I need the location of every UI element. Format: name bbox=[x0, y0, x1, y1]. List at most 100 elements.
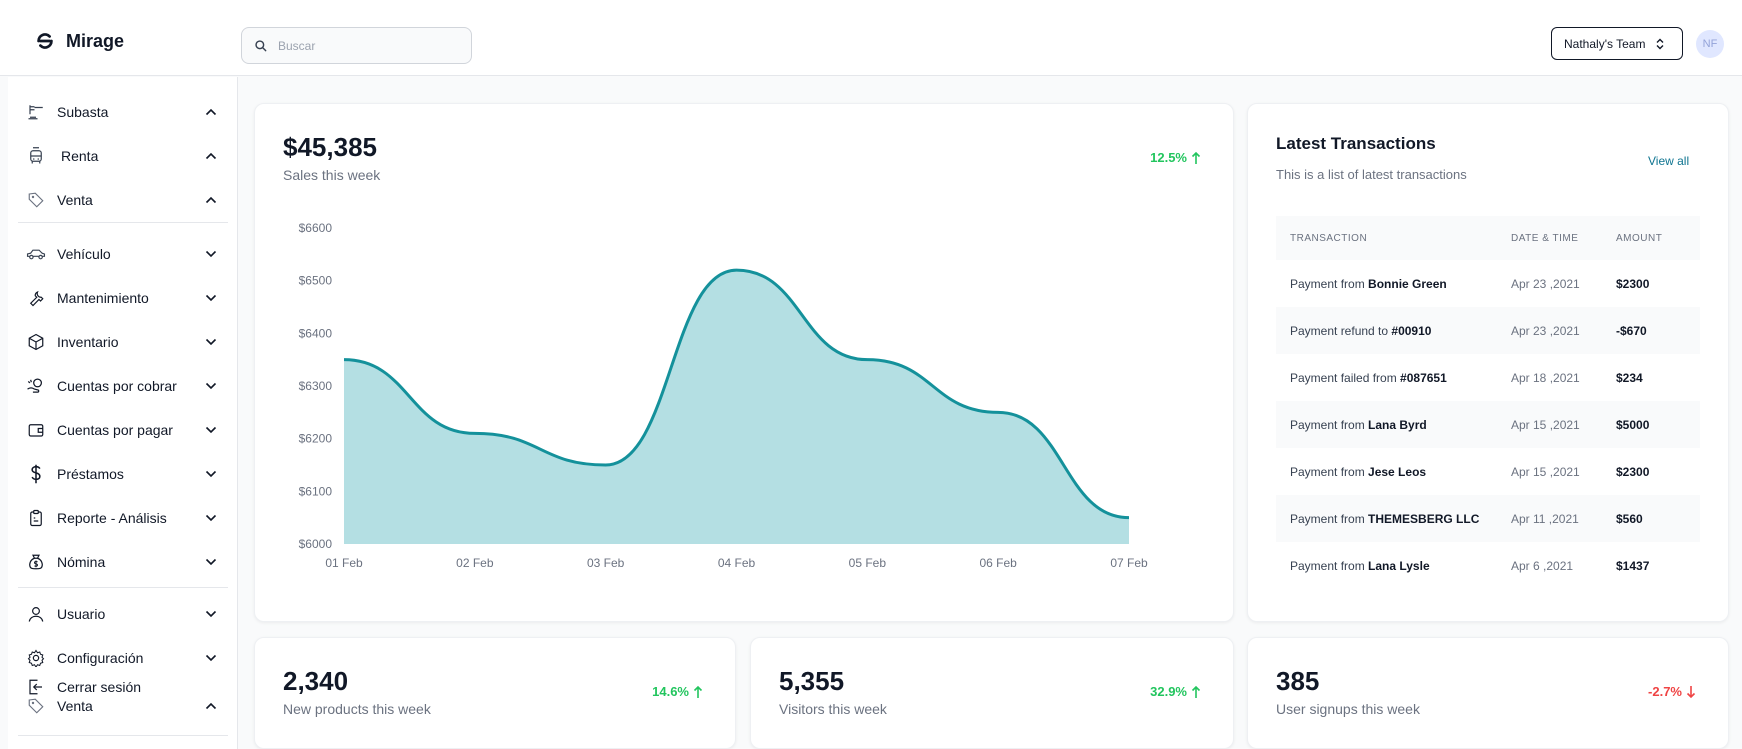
sidebar-divider bbox=[18, 222, 228, 223]
arrow-up-icon bbox=[1191, 685, 1201, 698]
column-header-transaction: TRANSACTION bbox=[1290, 232, 1368, 244]
car-icon bbox=[26, 244, 46, 264]
chevron-down-icon bbox=[204, 467, 218, 481]
sidebar-item-subasta[interactable]: Subasta bbox=[26, 97, 226, 127]
sidebar-item-inventario[interactable]: Inventario bbox=[26, 327, 226, 357]
table-header: TRANSACTION DATE & TIME AMOUNT bbox=[1276, 216, 1700, 260]
sales-chart: $6600 $6500 $6400 $6300 $6200 $6100 $6000 01 Fe… bbox=[299, 221, 1148, 570]
chevron-up-icon bbox=[204, 105, 218, 119]
chevron-down-icon bbox=[204, 423, 218, 437]
transactions-table: TRANSACTION DATE & TIME AMOUNT Payment f… bbox=[1276, 216, 1700, 589]
table-row[interactable]: Payment from Lana Byrd Apr 15 ,2021 $500… bbox=[1276, 401, 1700, 448]
transactions-card: Latest Transactions This is a list of la… bbox=[1247, 103, 1729, 622]
logout-icon bbox=[26, 677, 46, 697]
chevron-up-icon bbox=[204, 149, 218, 163]
table-row[interactable]: Payment from THEMESBERG LLC Apr 11 ,2021… bbox=[1276, 495, 1700, 542]
x-tick-label: 05 Feb bbox=[849, 556, 887, 570]
column-header-date: DATE & TIME bbox=[1511, 232, 1579, 244]
x-tick-label: 07 Feb bbox=[1110, 556, 1148, 570]
user-icon bbox=[26, 604, 46, 624]
x-tick-label: 06 Feb bbox=[979, 556, 1017, 570]
stat-value: 2,340 bbox=[283, 666, 349, 696]
stat-growth: 14.6% bbox=[652, 684, 703, 699]
sidebar-item-renta[interactable]: Renta bbox=[26, 141, 226, 171]
chevron-down-icon bbox=[204, 511, 218, 525]
sidebar-item-prestamos[interactable]: Préstamos bbox=[26, 459, 226, 489]
table-row[interactable]: Payment from Bonnie Green Apr 23 ,2021 $… bbox=[1276, 260, 1700, 307]
money-bag-icon bbox=[26, 552, 46, 572]
mirage-logo-icon bbox=[37, 33, 53, 49]
y-tick-label: $6300 bbox=[299, 379, 333, 393]
sales-card: $45,385 Sales this week 12.5% $6600 $6500… bbox=[254, 103, 1234, 622]
sidebar-item-cuentas-por-pagar[interactable]: Cuentas por pagar bbox=[26, 415, 226, 445]
sidebar: Subasta Renta Venta Vehículo Mantenimien… bbox=[8, 77, 238, 749]
stat-value: 5,355 bbox=[779, 666, 845, 696]
sidebar-item-cuentas-por-cobrar[interactable]: Cuentas por cobrar bbox=[26, 371, 226, 401]
chevron-down-icon bbox=[204, 607, 218, 621]
tag-icon bbox=[26, 190, 46, 210]
logo[interactable]: Mirage bbox=[34, 30, 124, 52]
box-icon bbox=[26, 332, 46, 352]
chevron-down-icon bbox=[204, 651, 218, 665]
sales-value: $45,385 bbox=[283, 132, 377, 162]
table-row[interactable]: Payment from Lana Lysle Apr 6 ,2021 $143… bbox=[1276, 542, 1700, 589]
chevron-down-icon bbox=[204, 247, 218, 261]
stat-value: 385 bbox=[1276, 666, 1320, 696]
chevron-up-icon bbox=[204, 699, 218, 713]
column-header-amount: AMOUNT bbox=[1616, 232, 1663, 244]
tag-icon bbox=[26, 696, 46, 716]
search-input[interactable] bbox=[278, 38, 448, 53]
sales-growth: 12.5% bbox=[1150, 150, 1201, 165]
chevron-down-icon bbox=[204, 335, 218, 349]
chevron-down-icon bbox=[204, 555, 218, 569]
x-tick-label: 04 Feb bbox=[718, 556, 756, 570]
clipboard-icon bbox=[26, 508, 46, 528]
app-root: Mirage Nathaly's Team NF Subasta bbox=[0, 0, 1742, 749]
chevron-up-down-icon bbox=[1656, 38, 1664, 49]
team-select[interactable]: Nathaly's Team bbox=[1551, 27, 1683, 60]
view-all-link[interactable]: View all bbox=[1648, 154, 1689, 168]
sidebar-item-mantenimiento[interactable]: Mantenimiento bbox=[26, 283, 226, 313]
bus-icon bbox=[26, 146, 46, 166]
sidebar-item-cerrar-sesion[interactable]: Cerrar sesión bbox=[26, 677, 226, 697]
team-select-value: Nathaly's Team bbox=[1564, 36, 1646, 51]
sidebar-item-reporte-analisis[interactable]: Reporte - Análisis bbox=[26, 503, 226, 533]
gear-icon bbox=[26, 648, 46, 668]
y-tick-label: $6100 bbox=[299, 484, 333, 498]
stat-card-visitors: 5,355 Visitors this week 32.9% bbox=[750, 637, 1234, 749]
avatar[interactable]: NF bbox=[1696, 30, 1724, 58]
app-name: Mirage bbox=[66, 30, 125, 51]
x-tick-label: 02 Feb bbox=[456, 556, 494, 570]
sidebar-item-usuario[interactable]: Usuario bbox=[26, 599, 226, 629]
sales-summary: $45,385 Sales this week bbox=[283, 132, 380, 183]
arrow-up-icon bbox=[1191, 151, 1201, 164]
transactions-subtitle: This is a list of latest transactions bbox=[1276, 167, 1467, 182]
table-row[interactable]: Payment failed from #087651 Apr 18 ,2021… bbox=[1276, 354, 1700, 401]
y-tick-label: $6200 bbox=[299, 432, 333, 446]
stat-growth: -2.7% bbox=[1648, 684, 1696, 699]
gavel-icon bbox=[26, 102, 46, 122]
x-tick-label: 03 Feb bbox=[587, 556, 625, 570]
stat-label: Visitors this week bbox=[779, 701, 887, 717]
stat-card-new-products: 2,340 New products this week 14.6% bbox=[254, 637, 736, 749]
sidebar-item-nomina[interactable]: Nómina bbox=[26, 547, 226, 577]
arrow-up-icon bbox=[693, 685, 703, 698]
search-box[interactable] bbox=[241, 27, 472, 64]
table-row[interactable]: Payment from Jese Leos Apr 15 ,2021 $230… bbox=[1276, 448, 1700, 495]
table-row[interactable]: Payment refund to #00910 Apr 23 ,2021 -$… bbox=[1276, 307, 1700, 354]
sidebar-item-venta[interactable]: Venta bbox=[26, 185, 226, 215]
sidebar-item-vehiculo[interactable]: Vehículo bbox=[26, 239, 226, 269]
y-tick-label: $6400 bbox=[299, 326, 333, 340]
series-area bbox=[344, 270, 1129, 544]
y-tick-label: $6500 bbox=[299, 274, 333, 288]
transactions-title: Latest Transactions bbox=[1276, 134, 1436, 153]
sidebar-item-venta-2[interactable]: Venta bbox=[26, 696, 226, 716]
chevron-up-icon bbox=[204, 193, 218, 207]
sidebar-item-configuracion[interactable]: Configuración bbox=[26, 643, 226, 673]
y-tick-label: $6000 bbox=[299, 537, 333, 551]
top-bar: Mirage Nathaly's Team NF bbox=[0, 0, 1742, 76]
chevron-down-icon bbox=[204, 379, 218, 393]
x-tick-label: 01 Feb bbox=[325, 556, 363, 570]
stat-label: New products this week bbox=[283, 701, 431, 717]
hand-coins-icon bbox=[26, 376, 46, 396]
